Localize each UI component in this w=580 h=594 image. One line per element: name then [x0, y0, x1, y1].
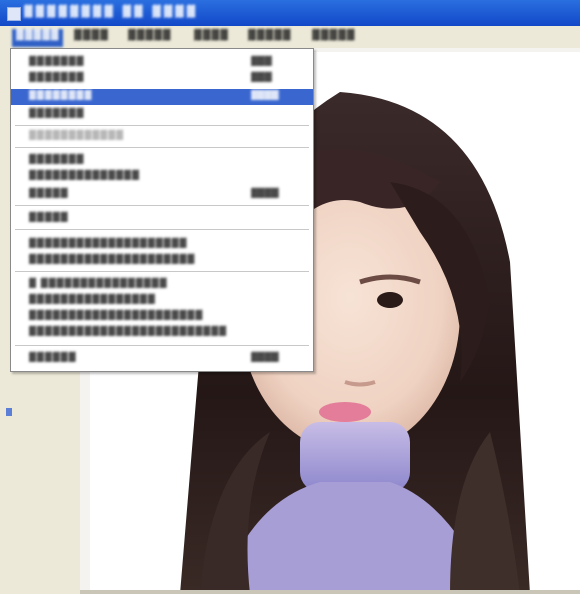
menu-entry-12[interactable]: ▓ ▓▓▓▓▓▓▓▓▓▓▓▓▓▓▓▓: [11, 277, 313, 293]
title-bar[interactable]: ▓▓▓▓▓▓▓▓ ▓▓ ▓▓▓▓: [0, 0, 580, 26]
menu-entry-6[interactable]: ▓▓▓▓▓▓▓: [11, 153, 313, 169]
menu-view[interactable]: ▓▓▓▓▓: [128, 30, 171, 44]
menu-separator: [15, 205, 309, 207]
menu-entry-10[interactable]: ▓▓▓▓▓▓▓▓▓▓▓▓▓▓▓▓▓▓▓▓: [11, 237, 313, 253]
menu-entry-8[interactable]: ▓▓▓▓▓ ▓▓▓▓: [11, 187, 313, 203]
menu-entry-11[interactable]: ▓▓▓▓▓▓▓▓▓▓▓▓▓▓▓▓▓▓▓▓▓: [11, 253, 313, 269]
menu-separator: [15, 125, 309, 127]
menu-tools[interactable]: ▓▓▓▓▓: [248, 30, 291, 44]
menu-entry-2[interactable]: ▓▓▓▓▓▓▓ ▓▓▓: [11, 71, 313, 87]
menu-file[interactable]: ▓▓▓▓▓: [12, 29, 64, 47]
menu-entry-14[interactable]: ▓▓▓▓▓▓▓▓▓▓▓▓▓▓▓▓▓▓▓▓▓▓: [11, 309, 313, 325]
menu-entry-exit[interactable]: ▓▓▓▓▓▓ ▓▓▓▓: [11, 351, 313, 367]
menu-edit[interactable]: ▓▓▓▓: [74, 30, 109, 44]
file-menu-dropdown: ▓▓▓▓▓▓▓ ▓▓▓ ▓▓▓▓▓▓▓ ▓▓▓ ▓▓▓▓▓▓▓▓ ▓▓▓▓ ▓▓…: [10, 48, 314, 372]
menu-entry-15[interactable]: ▓▓▓▓▓▓▓▓▓▓▓▓▓▓▓▓▓▓▓▓▓▓▓▓▓: [11, 325, 313, 341]
menu-image[interactable]: ▓▓▓▓: [194, 30, 229, 44]
menu-entry-5-disabled: ▓▓▓▓▓▓▓▓▓▓▓▓: [29, 131, 125, 141]
status-strip: [80, 590, 580, 594]
menu-bar: ▓▓▓▓▓ ▓▓▓▓ ▓▓▓▓▓ ▓▓▓▓ ▓▓▓▓▓ ▓▓▓▓▓: [0, 26, 580, 49]
menu-separator: [15, 229, 309, 231]
panel-marker-icon: [6, 408, 12, 416]
menu-separator: [15, 345, 309, 347]
menu-separator: [15, 147, 309, 149]
menu-help[interactable]: ▓▓▓▓▓: [312, 30, 355, 44]
window-title: ▓▓▓▓▓▓▓▓ ▓▓ ▓▓▓▓: [24, 5, 199, 18]
menu-entry-7[interactable]: ▓▓▓▓▓▓▓▓▓▓▓▓▓▓: [11, 169, 313, 185]
menu-entry-4[interactable]: ▓▓▓▓▓▓▓: [11, 107, 313, 123]
app-icon[interactable]: [7, 7, 21, 21]
menu-entry-3-highlighted[interactable]: ▓▓▓▓▓▓▓▓ ▓▓▓▓: [11, 89, 313, 105]
menu-entry-13[interactable]: ▓▓▓▓▓▓▓▓▓▓▓▓▓▓▓▓: [11, 293, 313, 309]
application-window: ▓▓▓▓▓▓▓▓ ▓▓ ▓▓▓▓ ▓▓▓▓▓ ▓▓▓▓ ▓▓▓▓▓ ▓▓▓▓ ▓…: [0, 0, 580, 594]
menu-entry-1[interactable]: ▓▓▓▓▓▓▓ ▓▓▓: [11, 55, 313, 71]
menu-separator: [15, 271, 309, 273]
menu-entry-9[interactable]: ▓▓▓▓▓: [11, 211, 313, 227]
